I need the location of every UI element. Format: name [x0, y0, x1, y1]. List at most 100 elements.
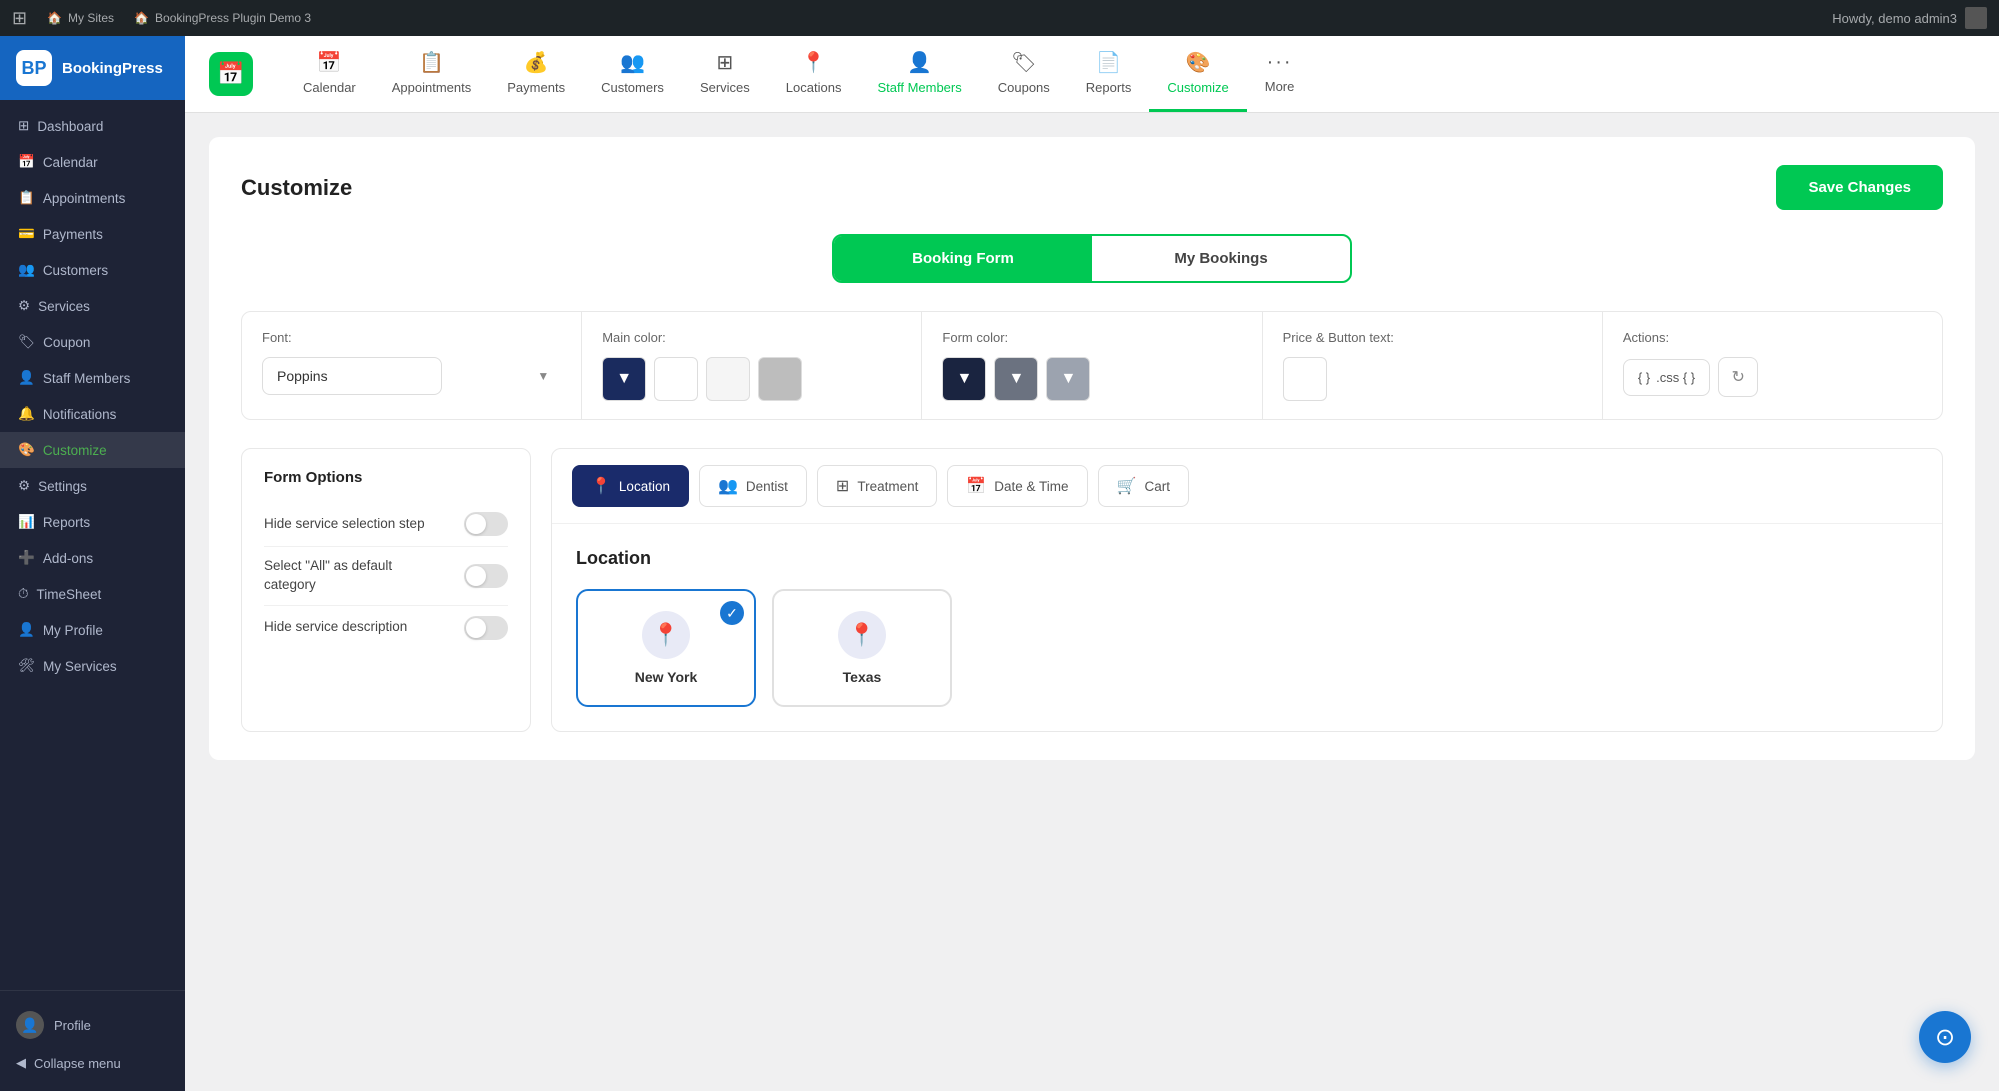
preview-steps: 📍 Location 👥 Dentist ⊞ Treatment [552, 449, 1942, 524]
sidebar-item-myservices[interactable]: 🛠 My Services [0, 648, 185, 684]
nav-reports-icon: 📄 [1096, 50, 1121, 75]
wp-admin-bar: ⊞ 🏠 My Sites 🏠 BookingPress Plugin Demo … [0, 0, 1999, 36]
font-label: Font: [262, 330, 561, 345]
font-section: Font: Poppins Roboto Open Sans Lato Mont… [242, 312, 582, 419]
dashboard-icon: ⊞ [18, 118, 29, 134]
nav-more-icon: ··· [1267, 51, 1293, 74]
sidebar-footer: 👤 Profile ◀ Collapse menu [0, 990, 185, 1091]
step-cart[interactable]: 🛒 Cart [1098, 465, 1189, 507]
nav-coupons-icon: 🏷 [1011, 50, 1036, 75]
font-select[interactable]: Poppins Roboto Open Sans Lato Montserrat [262, 357, 442, 395]
css-icon: { } [1638, 370, 1650, 385]
main-color-label: Main color: [602, 330, 901, 345]
nav-calendar-icon: 📅 [317, 50, 342, 75]
my-bookings-tab[interactable]: My Bookings [1092, 236, 1350, 281]
location-cards: ✓ 📍 New York 📍 Texas [576, 589, 1918, 707]
coupon-icon: 🏷 [18, 334, 35, 350]
location-card-new-york[interactable]: ✓ 📍 New York [576, 589, 756, 707]
sidebar-item-notifications[interactable]: 🔔 Notifications [0, 396, 185, 432]
price-button-swatch[interactable] [1283, 357, 1327, 401]
form-color-swatch-3[interactable]: ▼ [1046, 357, 1090, 401]
nav-item-customers[interactable]: 👥 Customers [583, 36, 682, 112]
texas-label: Texas [843, 669, 882, 685]
step-datetime[interactable]: 📅 Date & Time [947, 465, 1087, 507]
customers-icon: 👥 [18, 262, 35, 278]
nav-item-locations[interactable]: 📍 Locations [768, 36, 860, 112]
form-color-swatch-1[interactable]: ▼ [942, 357, 986, 401]
step-location[interactable]: 📍 Location [572, 465, 689, 507]
datetime-step-icon: 📅 [966, 476, 986, 496]
my-sites-link[interactable]: 🏠 My Sites [47, 11, 114, 25]
sidebar-item-dashboard[interactable]: ⊞ Dashboard [0, 108, 185, 144]
sidebar-item-reports[interactable]: 📊 Reports [0, 504, 185, 540]
page-body: Customize Save Changes Booking Form My B… [185, 113, 1999, 1091]
nav-item-coupons[interactable]: 🏷 Coupons [980, 36, 1068, 112]
services-icon: ⚙ [18, 298, 30, 314]
plugin-header: 📅 📅 Calendar 📋 Appointments 💰 Payments 👥 [185, 36, 1999, 113]
nav-customers-icon: 👥 [620, 50, 645, 75]
support-button[interactable]: ⊙ [1919, 1011, 1971, 1063]
main-color-section: Main color: ▼ [582, 312, 922, 419]
css-editor-button[interactable]: { } .css { } [1623, 359, 1710, 396]
form-color-row: ▼ ▼ ▼ [942, 357, 1241, 401]
sidebar-item-customize[interactable]: 🎨 Customize [0, 432, 185, 468]
collapse-menu-button[interactable]: ◀ Collapse menu [16, 1047, 169, 1079]
nav-item-payments[interactable]: 💰 Payments [489, 36, 583, 112]
support-icon: ⊙ [1935, 1023, 1955, 1052]
step-dentist[interactable]: 👥 Dentist [699, 465, 807, 507]
step-treatment[interactable]: ⊞ Treatment [817, 465, 937, 507]
select-all-toggle[interactable] [464, 564, 508, 588]
form-color-swatch-2[interactable]: ▼ [994, 357, 1038, 401]
booking-form-tab[interactable]: Booking Form [834, 236, 1092, 281]
actions-label: Actions: [1623, 330, 1922, 345]
nav-services-icon: ⊞ [716, 50, 733, 75]
main-color-swatch-4[interactable] [758, 357, 802, 401]
header-nav: 📅 Calendar 📋 Appointments 💰 Payments 👥 C… [285, 36, 1975, 112]
main-color-swatch-3[interactable] [706, 357, 750, 401]
bookingpress-header-icon: 📅 [209, 52, 253, 96]
notifications-icon: 🔔 [18, 406, 35, 422]
hide-desc-toggle[interactable] [464, 616, 508, 640]
main-color-swatch-2[interactable] [654, 357, 698, 401]
profile-link[interactable]: 👤 Profile [16, 1003, 169, 1047]
customize-icon: 🎨 [18, 442, 35, 458]
nav-item-staff-members[interactable]: 👤 Staff Members [859, 36, 979, 112]
sidebar-item-calendar[interactable]: 📅 Calendar [0, 144, 185, 180]
save-changes-button[interactable]: Save Changes [1776, 165, 1943, 210]
main-content: 📅 📅 Calendar 📋 Appointments 💰 Payments 👥 [185, 36, 1999, 1091]
preview-panel: 📍 Location 👥 Dentist ⊞ Treatment [551, 448, 1943, 732]
toggle-select-all: Select "All" as default category [264, 547, 508, 606]
sidebar-item-coupon[interactable]: 🏷 Coupon [0, 324, 185, 360]
sidebar-item-addons[interactable]: ➕ Add-ons [0, 540, 185, 576]
sidebar-item-appointments[interactable]: 📋 Appointments [0, 180, 185, 216]
hide-service-toggle[interactable] [464, 512, 508, 536]
main-color-swatch-1[interactable]: ▼ [602, 357, 646, 401]
lower-area: Form Options Hide service selection step… [241, 448, 1943, 732]
nav-item-services[interactable]: ⊞ Services [682, 36, 768, 112]
toggle-hide-desc: Hide service description [264, 606, 508, 650]
sidebar-item-services[interactable]: ⚙ Services [0, 288, 185, 324]
plugin-name[interactable]: 🏠 BookingPress Plugin Demo 3 [134, 11, 311, 25]
location-card-texas[interactable]: 📍 Texas [772, 589, 952, 707]
nav-item-reports[interactable]: 📄 Reports [1068, 36, 1150, 112]
sidebar-item-settings[interactable]: ⚙ Settings [0, 468, 185, 504]
font-select-wrapper: Poppins Roboto Open Sans Lato Montserrat… [262, 357, 561, 395]
sidebar-item-timesheet[interactable]: ⏱ TimeSheet [0, 576, 185, 612]
sidebar-item-myprofile[interactable]: 👤 My Profile [0, 612, 185, 648]
toggle-knob [466, 514, 486, 534]
brand-icon: BP [16, 50, 52, 86]
nav-item-customize[interactable]: 🎨 Customize [1149, 36, 1246, 112]
sidebar-item-staff-members[interactable]: 👤 Staff Members [0, 360, 185, 396]
new-york-label: New York [635, 669, 698, 685]
dentist-step-icon: 👥 [718, 476, 738, 496]
calendar-icon: 📅 [18, 154, 35, 170]
sidebar-item-payments[interactable]: 💳 Payments [0, 216, 185, 252]
nav-item-calendar[interactable]: 📅 Calendar [285, 36, 374, 112]
wp-logo-icon[interactable]: ⊞ [12, 8, 27, 29]
font-select-arrow-icon: ▼ [537, 369, 549, 383]
refresh-button[interactable]: ↻ [1718, 357, 1758, 397]
nav-item-appointments[interactable]: 📋 Appointments [374, 36, 490, 112]
form-color-section: Form color: ▼ ▼ ▼ [922, 312, 1262, 419]
sidebar-item-customers[interactable]: 👥 Customers [0, 252, 185, 288]
nav-item-more[interactable]: ··· More [1247, 36, 1313, 112]
